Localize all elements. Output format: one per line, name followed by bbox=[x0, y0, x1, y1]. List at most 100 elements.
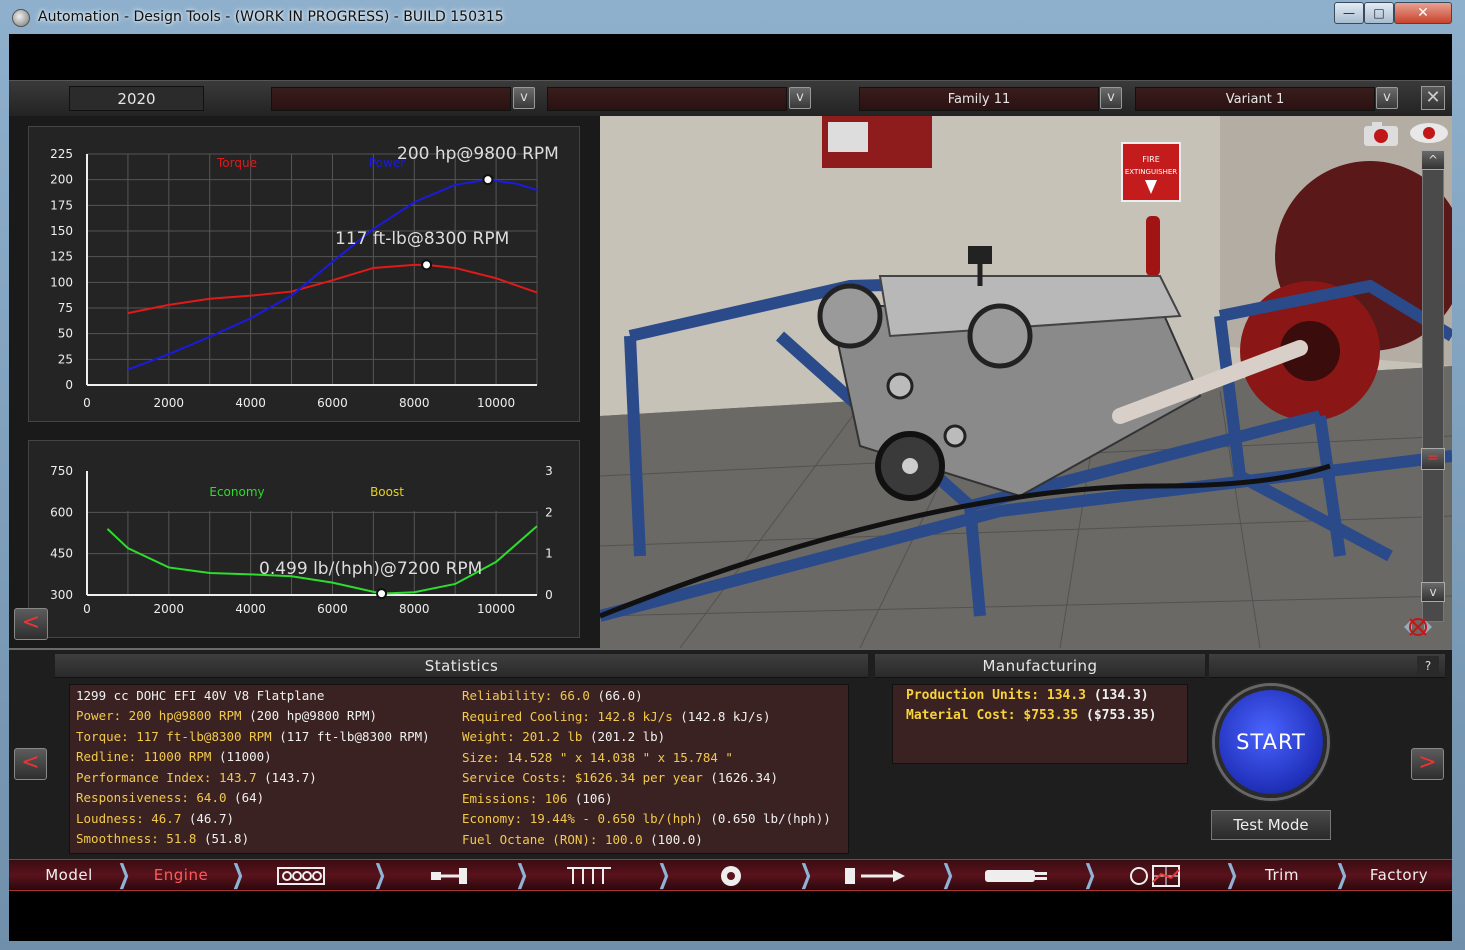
stat-label: Fuel Octane (RON): 100.0 bbox=[462, 831, 643, 847]
y-left-tick-label: 300 bbox=[50, 588, 73, 602]
stat-label: Required Cooling: 142.8 kJ/s bbox=[462, 708, 673, 724]
y-tick-label: 100 bbox=[50, 275, 73, 289]
stat-row: Service Costs: $1626.34 per year (1626.3… bbox=[462, 770, 778, 785]
tuning-icon[interactable] bbox=[1119, 860, 1199, 892]
legend-economy: Economy bbox=[209, 485, 264, 499]
x-tick-label: 4000 bbox=[235, 396, 266, 410]
tab-model[interactable]: Model bbox=[19, 860, 119, 892]
title-bar[interactable]: Automation - Design Tools - (WORK IN PRO… bbox=[0, 0, 1465, 34]
chevron-right-icon: ❯ bbox=[231, 860, 245, 890]
app-icon bbox=[12, 9, 30, 27]
stat-row: Loudness: 46.7 (46.7) bbox=[76, 811, 234, 826]
year-field[interactable]: 2020 bbox=[69, 86, 204, 111]
stat-label: Emissions: 106 bbox=[462, 790, 568, 806]
y-left-tick-label: 450 bbox=[50, 547, 73, 561]
zoom-down-chevron-icon[interactable]: v bbox=[1421, 582, 1445, 602]
stat-value: (66.0) bbox=[589, 688, 643, 703]
x-tick-label: 8000 bbox=[399, 602, 430, 616]
fuel-icon[interactable] bbox=[835, 860, 915, 892]
design-selector-bar: 2020 v v Family 11 v Variant 1 v ✕ bbox=[9, 80, 1452, 116]
zoom-slider-handle[interactable]: = bbox=[1421, 448, 1445, 470]
trim-dropdown[interactable] bbox=[547, 87, 787, 111]
mfg-row: Material Cost: $753.35 ($753.35) bbox=[906, 708, 1156, 723]
tab-trim[interactable]: Trim bbox=[1237, 860, 1327, 892]
engine-3d-viewport[interactable]: FIRE EXTINGUISHER ^ = v bbox=[600, 116, 1452, 648]
chevron-right-icon: ❯ bbox=[1335, 860, 1349, 890]
y-right-tick-label: 0 bbox=[545, 588, 553, 602]
model-dropdown[interactable] bbox=[271, 87, 511, 111]
block-icon[interactable] bbox=[271, 860, 331, 892]
stat-row: Weight: 201.2 lb (201.2 lb) bbox=[462, 729, 665, 744]
close-design-button[interactable]: ✕ bbox=[1421, 86, 1445, 110]
stat-row: Economy: 19.44% - 0.650 lb/(hph) (0.650 … bbox=[462, 811, 831, 826]
mfg-value: ($753.35) bbox=[1078, 708, 1157, 723]
mfg-value: (134.3) bbox=[1086, 688, 1149, 703]
family-dropdown-chevron-icon[interactable]: v bbox=[1100, 87, 1122, 109]
engine-description: 1299 cc DOHC EFI 40V V8 Flatplane bbox=[76, 688, 325, 703]
trim-dropdown-chevron-icon[interactable]: v bbox=[789, 87, 811, 109]
heads-icon[interactable] bbox=[559, 860, 619, 892]
power-torque-chart: 225 200 175 150 125 100 75 50 25 0 0 2000 4000 6000 80… bbox=[28, 126, 580, 422]
stat-value: (201.2 lb) bbox=[582, 729, 666, 744]
y-right-tick-label: 1 bbox=[545, 547, 553, 561]
mfg-label: Material Cost: $753.35 bbox=[906, 708, 1079, 723]
x-tick-label: 6000 bbox=[317, 396, 348, 410]
y-tick-label: 75 bbox=[58, 301, 73, 315]
test-mode-button[interactable]: Test Mode bbox=[1211, 810, 1331, 840]
y-tick-label: 25 bbox=[58, 352, 73, 366]
stat-label: Reliability: 66.0 bbox=[462, 688, 590, 703]
zoom-up-chevron-icon[interactable]: ^ bbox=[1421, 150, 1445, 170]
variant-dropdown[interactable]: Variant 1 bbox=[1135, 87, 1375, 111]
stat-row: Responsiveness: 64.0 (64) bbox=[76, 790, 264, 805]
zoom-slider-track[interactable] bbox=[1422, 152, 1444, 622]
collapse-charts-button[interactable]: < bbox=[14, 608, 48, 640]
stat-label: Size: 14.528 " x 14.038 " x 15.784 " bbox=[462, 749, 733, 765]
design-stage-tabs: Model ❯ Engine ❯ ❯ ❯ ❯ ❯ ❯ ❯ ❯ Trim ❯ Fa… bbox=[9, 859, 1452, 891]
stat-value: (46.7) bbox=[181, 810, 235, 826]
mfg-label: Production Units: 134.3 bbox=[906, 688, 1087, 703]
stat-row: Performance Index: 143.7 (143.7) bbox=[76, 770, 317, 785]
model-dropdown-chevron-icon[interactable]: v bbox=[513, 87, 535, 109]
engine-scene: FIRE EXTINGUISHER bbox=[600, 116, 1452, 648]
statistics-header: Statistics bbox=[55, 654, 868, 678]
x-tick-label: 8000 bbox=[399, 396, 430, 410]
stat-value: (11000) bbox=[211, 749, 272, 764]
power-torque-chart-svg: 225 200 175 150 125 100 75 50 25 00 2000 4000 6000 80… bbox=[50, 144, 559, 410]
economy-boost-chart: 750 600 450 300 3 2 1 0 0 2000 4000 6000 8000 10000 Ec… bbox=[28, 440, 580, 638]
client-area: 2020 v v Family 11 v Variant 1 v ✕ 225 20… bbox=[9, 34, 1452, 941]
help-button[interactable]: ? bbox=[1417, 656, 1439, 676]
stat-label: Weight: 201.2 lb bbox=[462, 729, 583, 744]
family-dropdown[interactable]: Family 11 bbox=[859, 87, 1099, 111]
next-page-button[interactable]: > bbox=[1411, 748, 1444, 780]
y-tick-label: 225 bbox=[50, 147, 73, 161]
variant-dropdown-chevron-icon[interactable]: v bbox=[1376, 87, 1398, 109]
visibility-eye-icon[interactable] bbox=[1408, 120, 1450, 146]
tab-engine[interactable]: Engine bbox=[131, 860, 231, 892]
x-tick-label: 6000 bbox=[317, 602, 348, 616]
stat-row: Redline: 11000 RPM (11000) bbox=[76, 749, 272, 764]
crank-icon[interactable] bbox=[419, 860, 479, 892]
chevron-right-icon: ❯ bbox=[1083, 860, 1097, 890]
camera-icon[interactable] bbox=[1360, 120, 1402, 146]
stat-value: (64) bbox=[226, 790, 265, 805]
minimize-button[interactable]: — bbox=[1334, 2, 1364, 24]
maximize-button[interactable]: □ bbox=[1364, 2, 1394, 24]
exhaust-icon[interactable] bbox=[975, 860, 1055, 892]
fire-sign-text-ext: EXTINGUISHER bbox=[1125, 168, 1177, 176]
previous-page-button[interactable]: < bbox=[14, 748, 47, 780]
y-tick-label: 125 bbox=[50, 250, 73, 264]
tab-factory[interactable]: Factory bbox=[1349, 860, 1449, 892]
x-tick-label: 10000 bbox=[477, 602, 515, 616]
close-window-button[interactable]: ✕ bbox=[1394, 2, 1452, 24]
stat-value: (200 hp@9800 RPM) bbox=[241, 708, 378, 723]
y-left-tick-label: 750 bbox=[50, 464, 73, 478]
stat-row: Smoothness: 51.8 (51.8) bbox=[76, 831, 249, 846]
turbo-icon[interactable] bbox=[701, 860, 761, 892]
reset-view-icon[interactable] bbox=[1396, 612, 1440, 642]
stat-row: Reliability: 66.0 (66.0) bbox=[462, 688, 643, 703]
window-title: Automation - Design Tools - (WORK IN PRO… bbox=[38, 9, 504, 25]
app-window: Automation - Design Tools - (WORK IN PRO… bbox=[0, 0, 1465, 950]
economy-boost-chart-svg: 750 600 450 300 3 2 1 0 0 2000 4000 6000 8000 10000 Ec… bbox=[50, 464, 553, 616]
stat-label: Loudness: 46.7 bbox=[76, 810, 182, 826]
start-button[interactable]: START bbox=[1215, 686, 1327, 798]
